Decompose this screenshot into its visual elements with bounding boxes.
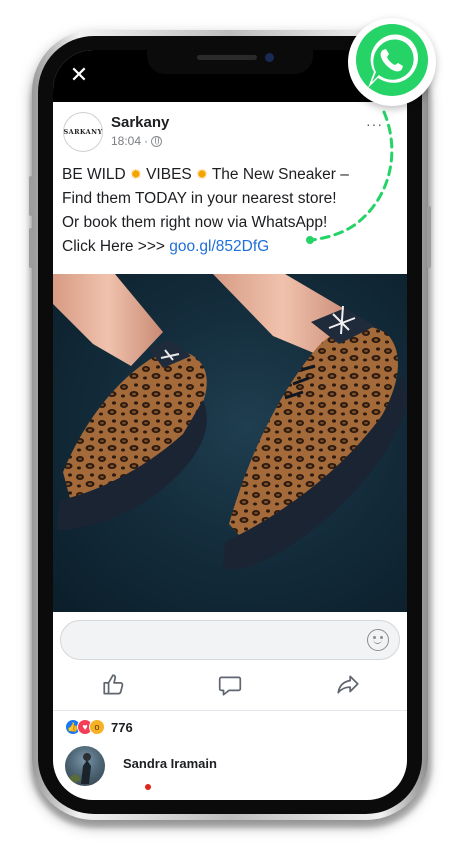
sun-emoji-icon: ✹ <box>196 166 208 182</box>
close-icon[interactable]: ✕ <box>69 65 89 87</box>
post-text-line: Find them TODAY in your nearest store! <box>62 190 337 207</box>
sneaker-illustration <box>53 274 407 570</box>
phone-screen: ✕ SARKANY Sarkany 18:04 · ··· BE WILD ✹ … <box>53 50 407 800</box>
divider <box>53 710 407 711</box>
volume-button <box>29 228 33 268</box>
smiley-mouth <box>373 638 382 644</box>
comment-input[interactable] <box>60 620 400 660</box>
volume-button <box>29 176 33 216</box>
wow-reaction-icon: o <box>89 719 105 735</box>
leg-left <box>53 274 163 366</box>
reaction-summary[interactable]: 👍 ♥ o 776 <box>65 718 133 736</box>
text-segment: The New Sneaker – <box>207 166 349 183</box>
page-name[interactable]: Sarkany <box>111 114 169 131</box>
globe-icon <box>151 135 163 147</box>
like-icon[interactable] <box>101 672 127 698</box>
post-text-line: Or book them right now via WhatsApp! <box>62 214 328 231</box>
speaker-grille <box>197 55 257 60</box>
post-text-line: BE WILD ✹ VIBES ✹ The New Sneaker – <box>62 162 402 187</box>
comment-icon[interactable] <box>217 672 243 698</box>
whatsapp-badge[interactable] <box>348 18 436 106</box>
reaction-count: 776 <box>111 719 133 735</box>
post-meta: 18:04 · <box>111 134 163 148</box>
separator-dot: · <box>144 134 149 148</box>
post-header: SARKANY Sarkany 18:04 · ··· <box>63 112 397 156</box>
more-icon[interactable]: ··· <box>366 116 383 132</box>
whatsapp-icon <box>356 24 428 96</box>
sun-emoji-icon: ✹ <box>130 166 142 182</box>
post-link[interactable]: goo.gl/852DfG <box>169 238 269 255</box>
text-segment: VIBES <box>141 166 197 183</box>
share-icon[interactable] <box>335 672 361 698</box>
post-text-line: Click Here >>> goo.gl/852DfG <box>62 235 402 259</box>
notification-dot <box>145 784 151 790</box>
avatar[interactable] <box>65 746 105 786</box>
camera-icon <box>265 53 274 62</box>
text-segment: Click Here >>> <box>62 238 165 255</box>
page-avatar[interactable]: SARKANY <box>63 112 103 152</box>
avatar-logo-text: SARKANY <box>63 128 103 136</box>
post-time: 18:04 <box>111 134 142 148</box>
sneaker-photo[interactable] <box>53 274 407 612</box>
notch <box>147 50 313 74</box>
post-actions <box>53 668 407 704</box>
smiley-icon[interactable] <box>367 629 389 651</box>
power-button <box>427 206 431 268</box>
commenter-name[interactable]: Sandra Iramain <box>123 756 217 771</box>
text-segment: BE WILD <box>62 166 131 183</box>
post-text: BE WILD ✹ VIBES ✹ The New Sneaker – Find… <box>62 162 402 259</box>
avatar-photo <box>69 753 91 786</box>
